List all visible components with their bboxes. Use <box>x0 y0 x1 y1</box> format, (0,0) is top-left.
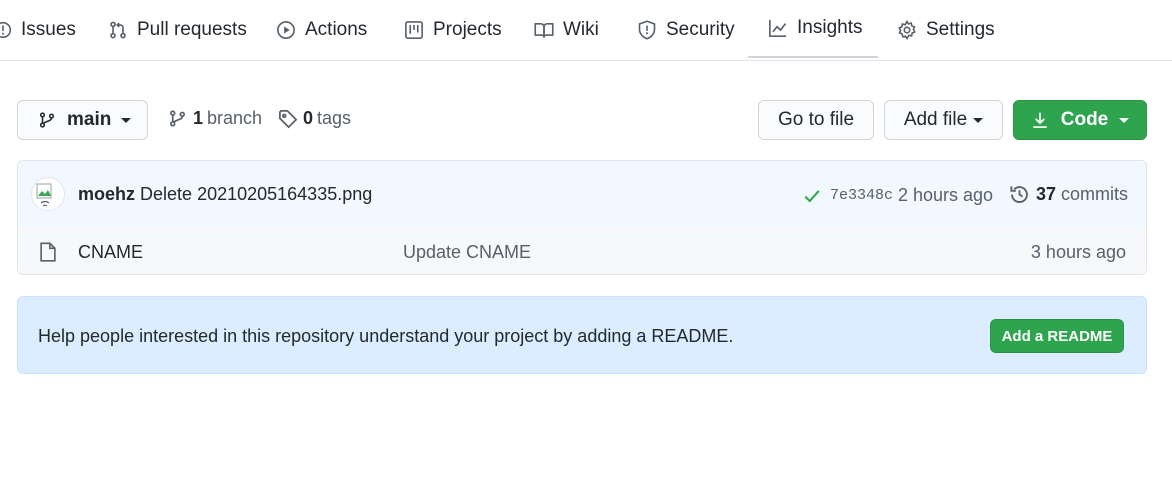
tab-insights-label: Insights <box>797 17 863 38</box>
tab-projects[interactable]: Projects <box>404 0 502 60</box>
tag-word: tags <box>317 108 352 128</box>
book-icon <box>534 22 554 38</box>
caret-down-icon <box>121 117 132 123</box>
file-commit-message[interactable]: Update CNAME <box>403 242 531 263</box>
add-readme-button[interactable]: Add a README <box>990 319 1124 353</box>
tab-pull-requests[interactable]: Pull requests <box>108 0 247 60</box>
commit-author[interactable]: moehz <box>78 184 135 204</box>
branch-icon <box>170 110 185 127</box>
download-icon <box>1033 112 1047 128</box>
play-icon <box>277 21 295 39</box>
file-list-box: moehz Delete 20210205164335.png 7e3348c … <box>17 160 1147 275</box>
commits-link[interactable]: 37 commits <box>1009 184 1128 205</box>
issue-icon <box>0 21 12 39</box>
caret-down-icon <box>973 117 984 123</box>
add-file-button[interactable]: Add file <box>884 100 1003 140</box>
tab-pull-requests-label: Pull requests <box>137 19 247 40</box>
branches-link[interactable]: 1 branch <box>168 108 262 129</box>
commit-sha[interactable]: 7e3348c <box>830 187 893 204</box>
tags-link[interactable]: 0 tags <box>278 108 351 129</box>
go-to-file-label: Go to file <box>777 109 855 130</box>
commit-message[interactable]: Delete 20210205164335.png <box>140 184 372 204</box>
tab-insights[interactable]: Insights <box>748 0 878 58</box>
readme-banner-text: Help people interested in this repositor… <box>38 326 734 346</box>
go-to-file-button[interactable]: Go to file <box>758 100 874 140</box>
tag-icon <box>279 109 298 128</box>
code-label: Code <box>1060 109 1109 130</box>
tab-settings-label: Settings <box>926 19 995 40</box>
broken-image-icon <box>36 183 52 207</box>
add-file-label: Add file <box>903 109 968 130</box>
tab-settings[interactable]: Settings <box>897 0 995 60</box>
commit-summary: moehz Delete 20210205164335.png <box>78 184 372 205</box>
history-icon <box>1010 186 1028 203</box>
commit-word: commits <box>1061 184 1129 204</box>
graph-icon <box>769 19 787 37</box>
tab-issues-label: Issues <box>21 19 76 40</box>
branch-icon <box>39 112 55 128</box>
branch-name: main <box>67 109 112 130</box>
project-icon <box>405 21 423 39</box>
branch-word: branch <box>207 108 263 128</box>
commit-count: 37 <box>1036 184 1057 204</box>
repo-nav-tabs: Issues Pull requests Actions Projects Wi… <box>0 0 1172 61</box>
tab-security[interactable]: Security <box>637 0 735 60</box>
tag-count: 0 <box>303 108 314 128</box>
commit-time: 2 hours ago <box>898 185 994 205</box>
tab-security-label: Security <box>666 19 735 40</box>
tab-projects-label: Projects <box>433 19 502 40</box>
file-icon <box>40 242 56 262</box>
check-icon[interactable] <box>803 187 821 205</box>
pull-request-icon <box>110 21 126 39</box>
file-time: 3 hours ago <box>1030 242 1126 262</box>
branch-count: 1 <box>193 108 204 128</box>
tab-actions[interactable]: Actions <box>276 0 367 60</box>
tab-actions-label: Actions <box>305 19 368 40</box>
latest-commit-row: moehz Delete 20210205164335.png 7e3348c … <box>18 161 1146 229</box>
tab-issues[interactable]: Issues <box>0 0 76 60</box>
branch-selector-button[interactable]: main <box>17 100 148 140</box>
tab-wiki-label: Wiki <box>563 19 599 40</box>
caret-down-icon <box>1119 117 1130 123</box>
add-readme-label: Add a README <box>1001 327 1113 345</box>
file-name[interactable]: CNAME <box>78 242 143 263</box>
code-button[interactable]: Code <box>1013 100 1147 140</box>
gear-icon <box>898 20 916 40</box>
shield-icon <box>638 20 656 40</box>
avatar[interactable] <box>31 177 65 211</box>
readme-banner: Help people interested in this repositor… <box>17 296 1147 374</box>
tab-wiki[interactable]: Wiki <box>534 0 599 60</box>
file-row[interactable]: CNAME Update CNAME 3 hours ago <box>18 228 1146 274</box>
